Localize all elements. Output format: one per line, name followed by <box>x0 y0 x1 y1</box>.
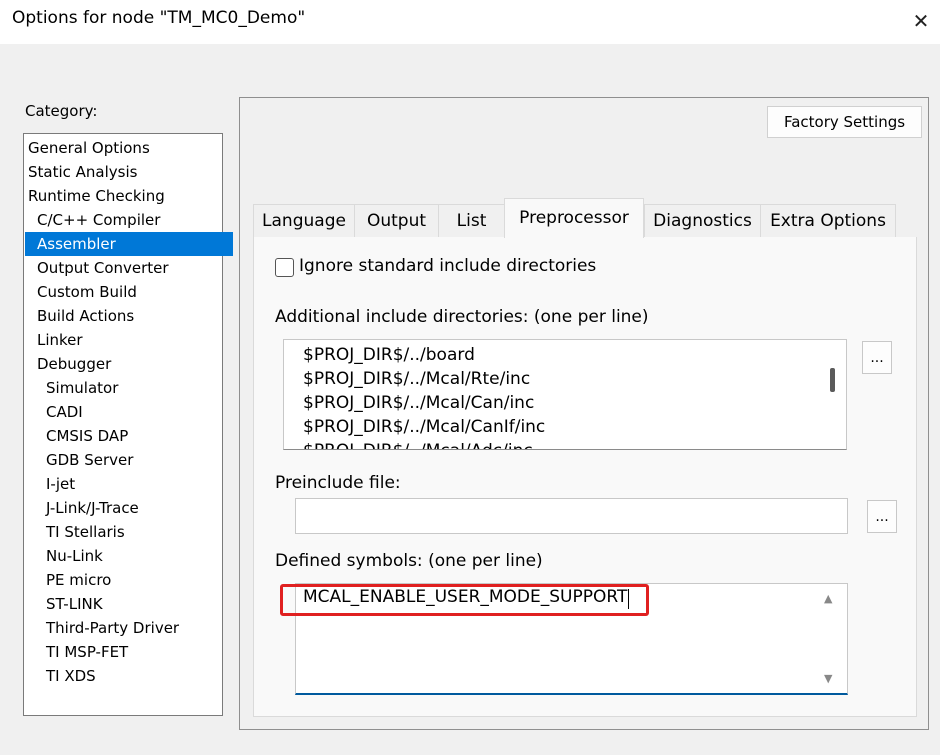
category-item-third-party-driver[interactable]: Third-Party Driver <box>25 616 242 640</box>
preinclude-label: Preinclude file: <box>275 473 401 493</box>
category-item-assembler[interactable]: Assembler <box>25 232 233 256</box>
category-item-cadi[interactable]: CADI <box>25 400 242 424</box>
category-label: Category: <box>25 102 98 120</box>
category-item-custom-build[interactable]: Custom Build <box>25 280 233 304</box>
title-bar: Options for node "TM_MC0_Demo" ✕ <box>0 0 940 44</box>
scroll-down-icon[interactable]: ▼ <box>824 672 832 685</box>
scrollbar-thumb[interactable] <box>830 368 835 392</box>
include-dirs-textarea[interactable]: $PROJ_DIR$/../board $PROJ_DIR$/../Mcal/R… <box>283 339 847 450</box>
category-item-linker[interactable]: Linker <box>25 328 233 352</box>
highlight-box <box>280 584 649 616</box>
category-item-c-compiler[interactable]: C/C++ Compiler <box>25 208 233 232</box>
category-item-output-converter[interactable]: Output Converter <box>25 256 233 280</box>
tab-preprocessor[interactable]: Preprocessor <box>504 198 644 238</box>
category-item-cmsis-dap[interactable]: CMSIS DAP <box>25 424 242 448</box>
category-item-ti-stellaris[interactable]: TI Stellaris <box>25 520 242 544</box>
category-item-general-options[interactable]: General Options <box>25 136 224 160</box>
include-dirs-label: Additional include directories: (one per… <box>275 307 649 327</box>
category-item-simulator[interactable]: Simulator <box>25 376 242 400</box>
category-item-static-analysis[interactable]: Static Analysis <box>25 160 224 184</box>
tab-language[interactable]: Language <box>253 204 354 237</box>
tab-output[interactable]: Output <box>354 204 438 237</box>
category-item-st-link[interactable]: ST-LINK <box>25 592 242 616</box>
tab-diagnostics[interactable]: Diagnostics <box>644 204 760 237</box>
close-icon[interactable]: ✕ <box>902 2 940 40</box>
category-list[interactable]: General Options Static Analysis Runtime … <box>23 133 233 716</box>
tab-list[interactable]: List <box>438 204 504 237</box>
include-dir-line: $PROJ_DIR$/../Mcal/Rte/inc <box>303 369 531 389</box>
include-dirs-scrollbar[interactable] <box>824 341 844 448</box>
tab-extra-options[interactable]: Extra Options <box>760 204 896 237</box>
category-item-ti-xds[interactable]: TI XDS <box>25 664 242 688</box>
category-item-gdb-server[interactable]: GDB Server <box>25 448 242 472</box>
category-item-ti-msp-fet[interactable]: TI MSP-FET <box>25 640 242 664</box>
window-title: Options for node "TM_MC0_Demo" <box>12 8 306 28</box>
preinclude-browse-button[interactable]: ... <box>867 500 897 533</box>
include-dir-line: $PROJ_DIR$/../board <box>303 345 475 365</box>
include-dir-line: $PROJ_DIR$/../Mcal/Adc/inc <box>303 441 533 449</box>
include-dirs-browse-button[interactable]: ... <box>862 341 892 374</box>
category-item-i-jet[interactable]: I-jet <box>25 472 242 496</box>
ignore-std-include-checkbox[interactable] <box>275 258 294 277</box>
scroll-up-icon[interactable]: ▲ <box>824 592 832 605</box>
category-item-pe-micro[interactable]: PE micro <box>25 568 242 592</box>
category-item-nu-link[interactable]: Nu-Link <box>25 544 242 568</box>
preinclude-input[interactable] <box>295 498 848 534</box>
defined-symbols-label: Defined symbols: (one per line) <box>275 551 543 571</box>
ignore-std-include-label: Ignore standard include directories <box>299 256 597 276</box>
category-item-debugger[interactable]: Debugger <box>25 352 233 376</box>
category-item-runtime-checking[interactable]: Runtime Checking <box>25 184 224 208</box>
category-item-build-actions[interactable]: Build Actions <box>25 304 233 328</box>
include-dir-line: $PROJ_DIR$/../Mcal/CanIf/inc <box>303 417 546 437</box>
include-dir-line: $PROJ_DIR$/../Mcal/Can/inc <box>303 393 535 413</box>
factory-settings-button[interactable]: Factory Settings <box>767 106 922 138</box>
category-item-jlink[interactable]: J-Link/J-Trace <box>25 496 242 520</box>
